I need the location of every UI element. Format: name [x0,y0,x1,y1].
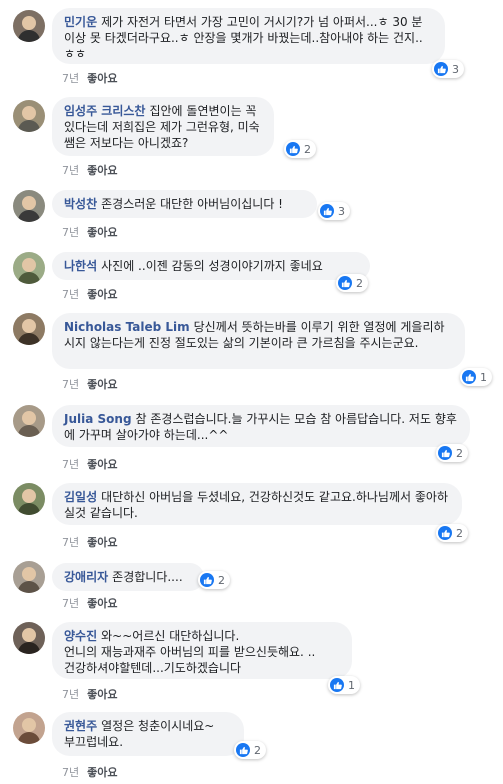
like-count[interactable]: 3 [432,60,464,78]
thumbs-up-icon [330,678,344,692]
comment-meta: 7년 좋아요 [62,162,118,178]
like-button[interactable]: 좋아요 [87,164,117,177]
comment-bubble: 박성찬 존경스러운 대단한 아버님이십니다 ! [52,190,317,218]
comment-time[interactable]: 7년 [62,226,79,239]
like-count-value: 3 [338,204,345,218]
comment-meta: 7년 좋아요 [62,534,118,550]
avatar[interactable] [13,483,45,515]
comment-time[interactable]: 7년 [62,458,79,471]
comment-text: 제가 자전거 타면서 가장 고민이 거시기?가 넘 아퍼서...ㅎ 30 분이상… [64,15,423,61]
thumbs-up-icon [320,204,334,218]
thumbs-up-icon [462,370,476,384]
thumbs-up-icon [200,573,214,587]
avatar[interactable] [13,313,45,345]
like-count[interactable]: 2 [436,444,468,462]
like-count[interactable]: 1 [460,368,492,386]
like-count[interactable]: 3 [318,202,350,220]
comment-bubble: Nicholas Taleb Lim 당신께서 뜻하는바를 이루기 위한 열정에 … [52,313,465,369]
comment-meta: 7년 좋아요 [62,764,118,780]
like-count-value: 1 [480,370,487,384]
like-button[interactable]: 좋아요 [87,458,117,471]
like-count[interactable]: 2 [284,140,316,158]
thumbs-up-icon [338,276,352,290]
comment-text: 존경합니다.... [112,570,183,584]
comment-bubble: 권현주 열정은 청춘이시네요~ 부끄럽네요. [52,712,244,756]
like-count[interactable]: 2 [198,571,230,589]
comment-meta: 7년 좋아요 [62,686,118,702]
comment-author[interactable]: 박성찬 [64,197,97,211]
comment-meta: 7년 좋아요 [62,286,118,302]
comment-text: 와~~어르신 대단하십니다. 언니의 재능과재주 아버님의 피를 받으신듯해요.… [64,629,316,675]
comment-bubble: 나한석 사진에 ..이젠 감동의 성경이야기까지 좋네요 [52,252,370,280]
comment-author[interactable]: 강애리자 [64,570,108,584]
like-count-value: 3 [452,62,459,76]
comment-time[interactable]: 7년 [62,597,79,610]
like-count-value: 2 [218,573,225,587]
avatar[interactable] [13,100,45,132]
like-count[interactable]: 1 [328,676,360,694]
comment-meta: 7년 좋아요 [62,70,118,86]
comment-meta: 7년 좋아요 [62,456,118,472]
thumbs-up-icon [286,142,300,156]
avatar[interactable] [13,252,45,284]
like-count-value: 2 [254,743,261,757]
like-button[interactable]: 좋아요 [87,72,117,85]
comment-bubble: 양수진 와~~어르신 대단하십니다. 언니의 재능과재주 아버님의 피를 받으신듯… [52,622,352,679]
like-count[interactable]: 2 [234,741,266,759]
comment-author[interactable]: 나한석 [64,259,97,273]
comment-meta: 7년 좋아요 [62,595,118,611]
like-button[interactable]: 좋아요 [87,226,117,239]
comment-text: 사진에 ..이젠 감동의 성경이야기까지 좋네요 [101,259,323,273]
comment-time[interactable]: 7년 [62,688,79,701]
comment-text: 대단하신 아버님을 두셨네요, 건강하신것도 같고요.하나님께서 좋아하실것 같… [64,490,448,520]
comment-bubble: 강애리자 존경합니다.... [52,563,204,591]
comment-author[interactable]: Julia Song [64,412,132,426]
avatar[interactable] [13,622,45,654]
comment-author[interactable]: 권현주 [64,719,97,733]
comment-meta: 7년 좋아요 [62,376,118,392]
like-count-value: 2 [456,526,463,540]
comment-text: 존경스러운 대단한 아버님이십니다 ! [101,197,283,211]
comment-time[interactable]: 7년 [62,164,79,177]
comment-bubble: 김일성 대단하신 아버님을 두셨네요, 건강하신것도 같고요.하나님께서 좋아하실… [52,483,462,525]
comment-author[interactable]: 임성주 크리스찬 [64,104,145,118]
comment-bubble: Julia Song 참 존경스럽습니다.늘 가꾸시는 모습 참 아름답습니다. … [52,405,470,447]
comment-bubble: 임성주 크리스찬 집안에 돌연변이는 꼭 있다는데 저희집은 제가 그런유형, 미… [52,97,274,156]
like-button[interactable]: 좋아요 [87,288,117,301]
like-button[interactable]: 좋아요 [87,597,117,610]
comment-time[interactable]: 7년 [62,536,79,549]
like-count-value: 1 [348,678,355,692]
like-count-value: 2 [356,276,363,290]
comment-author[interactable]: 김일성 [64,490,97,504]
like-button[interactable]: 좋아요 [87,378,117,391]
like-count[interactable]: 2 [436,524,468,542]
thumbs-up-icon [438,446,452,460]
like-count-value: 2 [456,446,463,460]
comment-time[interactable]: 7년 [62,72,79,85]
comment-time[interactable]: 7년 [62,378,79,391]
comment-author[interactable]: Nicholas Taleb Lim [64,320,190,334]
avatar[interactable] [13,190,45,222]
like-button[interactable]: 좋아요 [87,688,117,701]
comment-bubble: 민기운 제가 자전거 타면서 가장 고민이 거시기?가 넘 아퍼서...ㅎ 30 … [52,8,445,64]
avatar[interactable] [13,712,45,744]
comment-author[interactable]: 민기운 [64,15,97,29]
comment-time[interactable]: 7년 [62,288,79,301]
avatar[interactable] [13,405,45,437]
avatar[interactable] [13,10,45,42]
comment-time[interactable]: 7년 [62,766,79,779]
like-count-value: 2 [304,142,311,156]
avatar[interactable] [13,561,45,593]
thumbs-up-icon [236,743,250,757]
thumbs-up-icon [438,526,452,540]
comment-meta: 7년 좋아요 [62,224,118,240]
thumbs-up-icon [434,62,448,76]
like-button[interactable]: 좋아요 [87,536,117,549]
like-count[interactable]: 2 [336,274,368,292]
like-button[interactable]: 좋아요 [87,766,117,779]
comment-author[interactable]: 양수진 [64,629,97,643]
